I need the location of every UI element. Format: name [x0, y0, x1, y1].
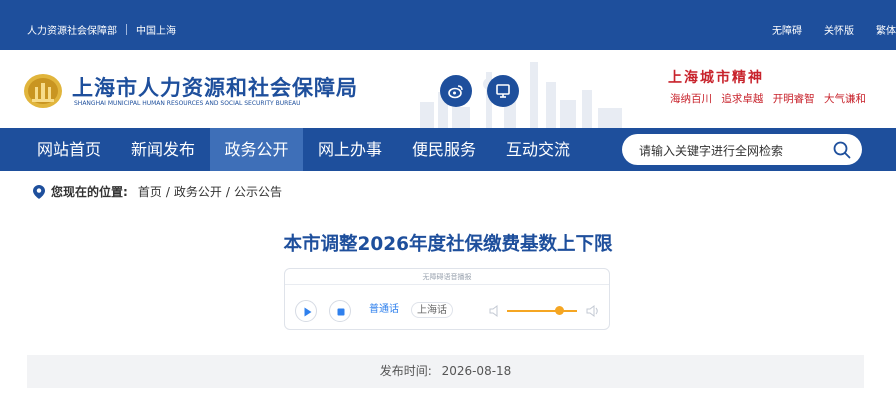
search-input[interactable]: 请输入关键字进行全网检索 — [639, 142, 783, 159]
screen-mode-button[interactable] — [487, 75, 519, 107]
search-icon[interactable] — [832, 140, 852, 160]
accessibility-link[interactable]: 无障碍 — [772, 22, 802, 37]
nav-interaction[interactable]: 互动交流 — [491, 128, 585, 171]
site-title[interactable]: 上海市人力资源和社会保障局 — [72, 72, 358, 102]
publish-date: 2026-08-18 — [441, 364, 512, 378]
stop-button[interactable] — [329, 300, 351, 322]
region-link[interactable]: 中国上海 — [136, 22, 176, 37]
nav-gov-affairs[interactable]: 政务公开 — [210, 128, 303, 171]
nav-convenience[interactable]: 便民服务 — [397, 128, 491, 171]
dialect-shanghainese[interactable]: 上海话 — [411, 302, 453, 318]
breadcrumb-label: 您现在的位置: — [51, 185, 128, 199]
nav-home[interactable]: 网站首页 — [22, 128, 116, 171]
location-pin-icon — [33, 184, 45, 199]
top-utility-bar: 人力资源社会保障部 中国上海 无障碍 关怀版 繁体 — [0, 0, 896, 50]
spirit-item: 追求卓越 — [721, 93, 764, 105]
volume-high-icon — [586, 305, 598, 317]
spirit-item: 开明睿智 — [772, 93, 815, 105]
breadcrumb-home[interactable]: 首页 — [138, 183, 162, 200]
nav-news[interactable]: 新闻发布 — [116, 128, 210, 171]
breadcrumb-separator: / — [165, 184, 170, 199]
publish-label: 发布时间: — [379, 364, 432, 378]
city-spirit-title: 上海城市精神 — [668, 70, 764, 86]
nav-online-service[interactable]: 网上办事 — [303, 128, 397, 171]
search-box[interactable]: 请输入关键字进行全网检索 — [622, 134, 862, 165]
stop-icon — [337, 308, 345, 316]
site-header: 上海市人力资源和社会保障局 SHANGHAI MUNICIPAL HUMAN R… — [0, 50, 896, 128]
topbar-divider — [126, 24, 127, 35]
article-title: 本市调整2026年度社保缴费基数上下限 — [283, 234, 613, 255]
bureau-logo-icon[interactable] — [22, 68, 64, 110]
weibo-button[interactable] — [440, 75, 472, 107]
breadcrumb: 您现在的位置: 首页 / 政务公开 / 公示公告 — [33, 183, 282, 200]
traditional-chinese-link[interactable]: 繁体 — [876, 22, 896, 37]
breadcrumb-announcements[interactable]: 公示公告 — [234, 183, 282, 200]
volume-slider-handle[interactable] — [555, 306, 564, 315]
audio-player: 无障碍语音播报 普通话 上海话 — [284, 268, 610, 330]
city-spirit-line: 海纳百川 追求卓越 开明睿智 大气谦和 — [670, 91, 872, 106]
topbar-right: 无障碍 关怀版 繁体 — [750, 22, 896, 37]
weibo-icon — [448, 85, 463, 99]
player-header: 无障碍语音播报 — [285, 269, 609, 285]
spirit-item: 海纳百川 — [670, 93, 712, 105]
care-mode-link[interactable]: 关怀版 — [824, 22, 854, 37]
publish-info-bar: 发布时间: 2026-08-18 — [27, 355, 864, 388]
breadcrumb-separator: / — [225, 184, 230, 199]
volume-slider-track[interactable] — [507, 310, 577, 312]
skyline-illustration — [420, 62, 622, 128]
topbar-left: 人力资源社会保障部 中国上海 — [27, 22, 176, 37]
spirit-item: 大气谦和 — [824, 93, 867, 105]
volume-low-icon — [489, 305, 498, 317]
play-button[interactable] — [295, 300, 317, 322]
breadcrumb-gov-affairs[interactable]: 政务公开 — [174, 183, 222, 200]
ministry-link[interactable]: 人力资源社会保障部 — [27, 22, 117, 37]
dialect-mandarin[interactable]: 普通话 — [369, 302, 399, 318]
play-icon — [304, 307, 312, 317]
site-title-en: SHANGHAI MUNICIPAL HUMAN RESOURCES AND S… — [74, 100, 301, 107]
monitor-icon — [496, 84, 510, 98]
main-nav: 网站首页 新闻发布 政务公开 网上办事 便民服务 互动交流 请输入关键字进行全网… — [0, 128, 896, 171]
